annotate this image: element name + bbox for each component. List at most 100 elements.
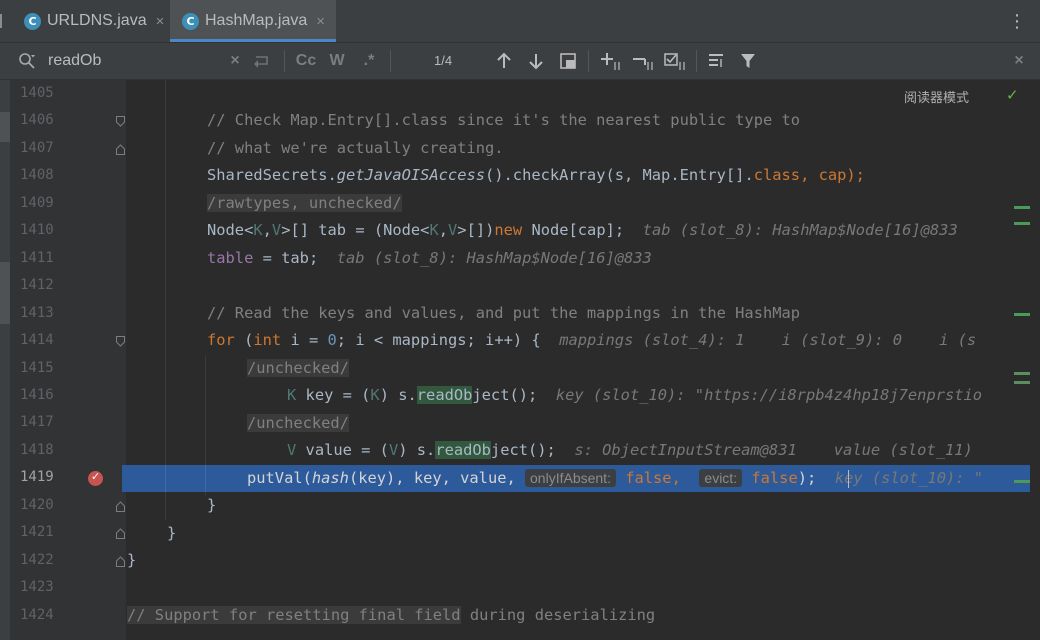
reader-mode-toggle[interactable]: 阅读器模式 [904,87,970,106]
tool-strip-marker [0,262,10,324]
tab-label: URLDNS.java [47,12,147,29]
error-stripe-marker[interactable] [1014,206,1030,209]
line-number: 1407 [20,139,54,156]
inspection-ok-icon[interactable]: ✓ [1006,86,1019,104]
line-number: 1411 [20,249,54,266]
fold-end-icon[interactable] [116,528,125,539]
param-hint: evict: [699,469,743,487]
indent-guide [165,80,166,520]
search-match: readOb [416,386,473,404]
regex-button[interactable]: .* [359,49,379,73]
line-number: 1412 [20,277,54,294]
line-number: 1414 [20,332,54,349]
code-line: // Check Map.Entry[].class since it's th… [207,111,801,129]
code-line: Node<K,V>[] tab = (Node<K,V>[])new Node[… [207,221,958,239]
filter-context-icon[interactable] [706,49,726,73]
line-number: 1417 [20,414,54,431]
close-tab-icon[interactable]: × [316,13,325,30]
code-line: /unchecked/ [247,359,349,377]
line-number: 1418 [20,441,54,458]
code-line: K key = (K) s.readObject(); key (slot_10… [287,386,983,404]
toolbar-separator [284,50,285,72]
editor-gutter [0,80,126,640]
toolbar-separator [588,50,589,72]
line-number: 1415 [20,359,54,376]
fold-start-icon[interactable] [116,336,125,347]
fold-start-icon[interactable] [116,116,125,127]
line-number: 1422 [20,551,54,568]
line-number: 1409 [20,194,54,211]
indent-guide [205,465,206,492]
tool-strip-marker [0,112,10,142]
words-button[interactable]: W [327,49,347,73]
code-line: putVal(hash(key), key, value, onlyIfAbse… [247,469,984,487]
text-caret [848,470,849,488]
error-stripe-marker[interactable] [1014,480,1030,483]
match-case-button[interactable]: Cc [294,49,318,73]
debug-value-hint: tab (slot_8): HashMap$Node[16]@833 [642,221,958,239]
toolbar-separator [696,50,697,72]
tab-hashmap-java[interactable]: C HashMap.java × [170,0,336,42]
more-tabs-icon[interactable]: ⋮ [1008,12,1026,32]
param-hint: onlyIfAbsent: [525,469,616,487]
select-all-carets-icon[interactable] [662,49,688,73]
line-number: 1424 [20,606,54,623]
line-number: 1408 [20,167,54,184]
select-all-occurrences-icon[interactable] [558,49,578,73]
filter-icon[interactable] [738,49,758,73]
close-tab-icon[interactable]: × [156,13,165,30]
error-stripe-marker[interactable] [1014,313,1030,316]
replace-toggle-icon[interactable] [252,49,272,73]
search-input[interactable] [48,49,218,73]
code-line: } [127,551,137,569]
close-find-bar-icon[interactable]: × [1010,49,1028,73]
remove-occurrence-icon[interactable] [630,49,656,73]
tab-scroll-left-icon[interactable] [0,14,10,28]
add-occurrence-icon[interactable] [598,49,624,73]
indent-guide [165,465,166,492]
code-line: V value = (V) s.readObject(); s: ObjectI… [287,441,973,459]
code-line: // Read the keys and values, and put the… [207,304,801,322]
fold-end-icon[interactable] [116,556,125,567]
fold-end-icon[interactable] [116,144,125,155]
line-number: 1419 [20,469,54,486]
active-tab-indicator [170,39,336,42]
code-line: } [167,524,177,542]
line-number: 1406 [20,112,54,129]
code-line: /rawtypes, unchecked/ [207,194,402,212]
line-number: 1413 [20,304,54,321]
breakpoint-check-icon: ✓ [91,470,101,483]
search-match: readOb [435,441,491,459]
error-stripe-marker[interactable] [1014,222,1030,225]
line-number: 1421 [20,524,54,541]
java-class-icon: C [24,12,41,30]
tab-urldns-java[interactable]: C URLDNS.java × [24,0,164,42]
java-class-icon: C [182,12,199,30]
left-tool-strip [0,80,10,640]
code-line: // what we're actually creating. [207,139,504,157]
line-number: 1423 [20,579,54,596]
fold-end-icon[interactable] [116,501,125,512]
line-number: 1405 [20,85,54,101]
clear-search-icon[interactable]: × [226,49,244,73]
error-stripe[interactable] [1030,80,1040,640]
debug-value-hint: tab (slot_8): HashMap$Node[16]@833 [336,249,652,267]
line-number: 1410 [20,222,54,239]
code-line: table = tab; tab (slot_8): HashMap$Node[… [207,249,652,267]
next-occurrence-icon[interactable] [526,49,546,73]
error-stripe-marker[interactable] [1014,381,1030,384]
debug-value-hint: key (slot_10): " [834,469,984,487]
debug-value-hint: mappings (slot_4): 1 i (slot_9): 0 i (s [559,331,977,349]
code-line: for (int i = 0; i < mappings; i++) { map… [207,331,977,349]
previous-occurrence-icon[interactable] [494,49,514,73]
code-line: /unchecked/ [247,414,349,432]
tab-label: HashMap.java [205,12,308,29]
debug-value-hint: s: ObjectInputStream@831 value (slot_11) [574,441,973,459]
search-icon[interactable] [18,52,36,70]
code-line: } [207,496,217,514]
error-stripe-marker[interactable] [1014,372,1030,375]
code-line: SharedSecrets.getJavaOISAccess().checkAr… [207,166,865,184]
debug-value-hint: key (slot_10): "https://i8rpb4z4hp18j7en… [555,386,983,404]
code-line: // Support for resetting final field dur… [127,606,656,624]
match-count: 1/4 [434,53,453,68]
